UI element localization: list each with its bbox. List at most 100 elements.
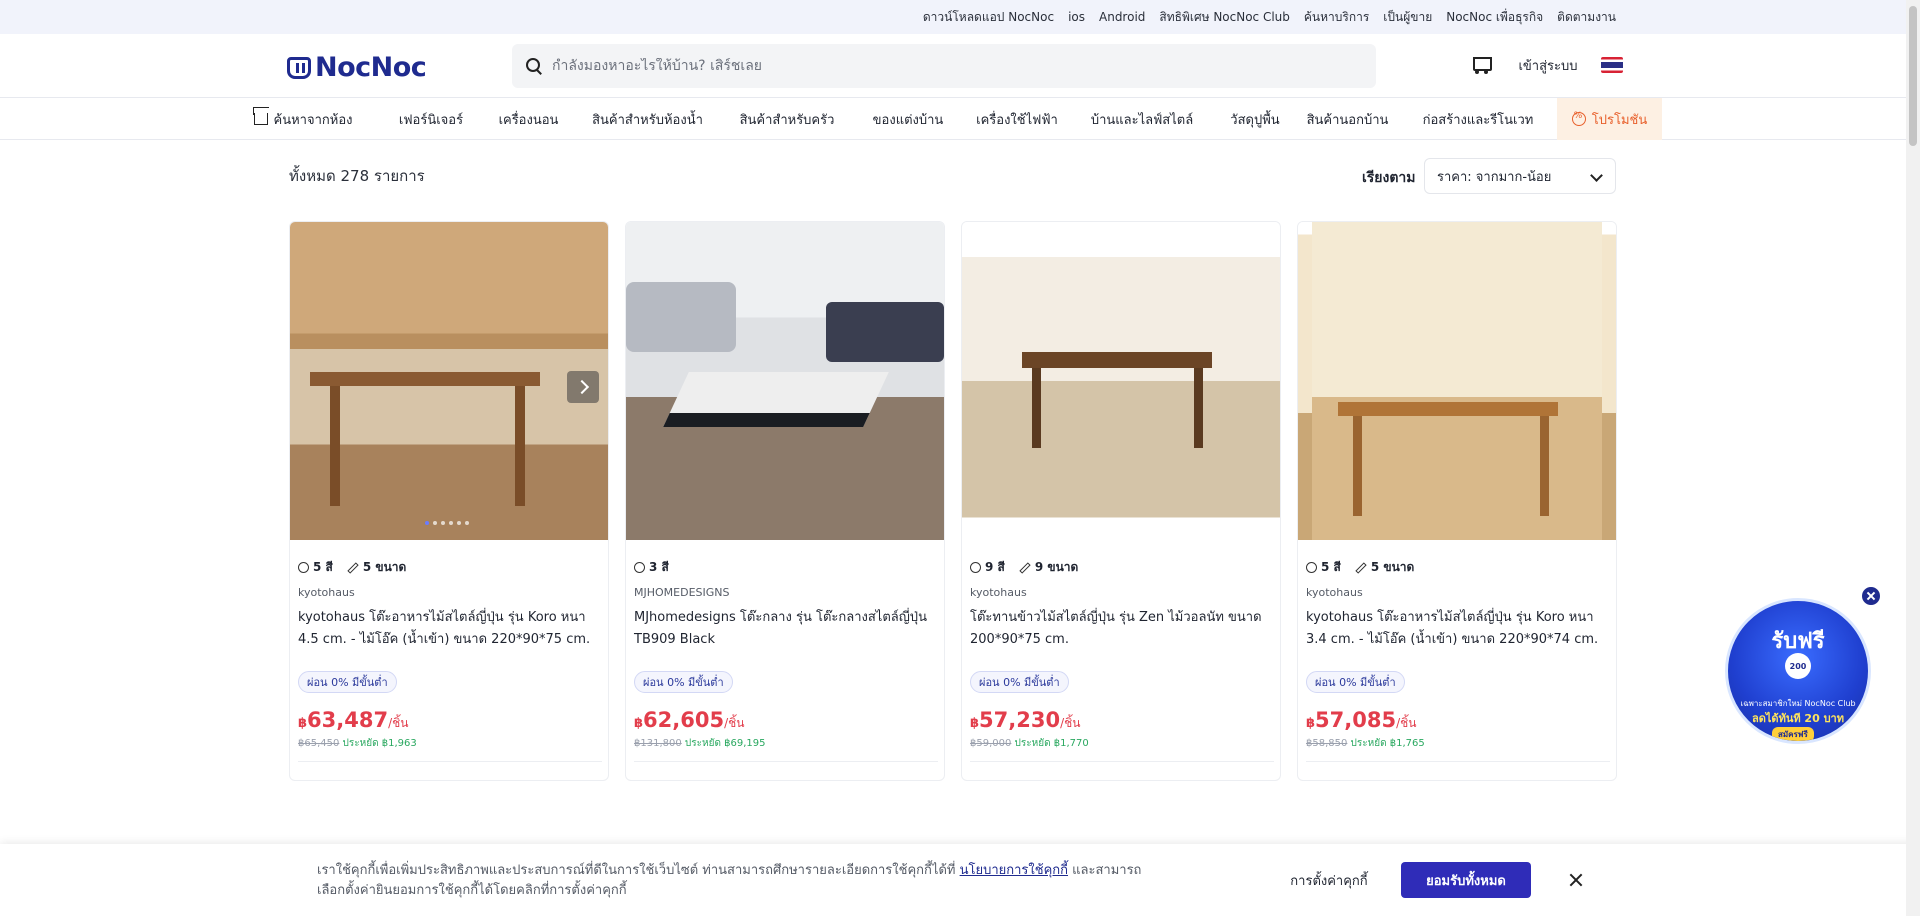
carousel-next-arrow-icon[interactable]	[567, 371, 599, 403]
cat-label: ของแต่งบ้าน	[872, 112, 944, 128]
search-input[interactable]	[552, 58, 1332, 74]
cat-construction[interactable]: ก่อสร้างและรีโนเวท	[1413, 98, 1543, 140]
cat-flooring[interactable]: วัสดุปูพื้น	[1213, 98, 1297, 140]
image-carousel-dots[interactable]	[425, 521, 469, 525]
top-link-ios[interactable]: ios	[1061, 10, 1092, 24]
product-brand[interactable]: MJHOMEDESIGNS	[634, 586, 730, 599]
palette-icon	[298, 562, 309, 573]
cat-home-lifestyle[interactable]: บ้านและไลฟ์สไตล์	[1074, 98, 1210, 140]
top-utility-bar: ดาวน์โหลดแอป NocNoc ios Android สิทธิพิเ…	[0, 0, 1920, 34]
scrollbar-thumb[interactable]	[1909, 6, 1917, 146]
variant-info: 9 สี 9 ขนาด	[970, 558, 1078, 577]
page-scrollbar[interactable]	[1906, 0, 1920, 916]
nocnoc-club-promo-badge[interactable]: รับฟรี 200 เฉพาะสมาชิกใหม่ NocNoc Club ล…	[1725, 598, 1871, 744]
top-link-services[interactable]: ค้นหาบริการ	[1297, 8, 1376, 27]
installment-badge: ผ่อน 0% มีขั้นต่ำ	[1306, 671, 1405, 693]
total-results: ทั้งหมด 278 รายการ	[289, 167, 425, 185]
installment-badge: ผ่อน 0% มีขั้นต่ำ	[970, 671, 1069, 693]
product-image[interactable]	[626, 222, 944, 540]
cat-label: ค้นหาจากห้อง	[273, 112, 353, 128]
table-shape	[1022, 352, 1212, 368]
promo-coin: 200	[1785, 653, 1811, 679]
variant-info: 5 สี 5 ขนาด	[298, 558, 406, 577]
top-link-business[interactable]: NocNoc เพื่อธุรกิจ	[1439, 8, 1550, 27]
product-card[interactable]: 5 สี 5 ขนาด kyotohaus kyotohaus โต๊ะอาหา…	[1297, 221, 1617, 781]
close-promo-icon[interactable]	[1860, 585, 1882, 607]
accept-all-cookies-button[interactable]: ยอมรับทั้งหมด	[1401, 862, 1531, 898]
product-card[interactable]: 5 สี 5 ขนาด kyotohaus kyotohaus โต๊ะอาหา…	[289, 221, 609, 781]
top-link-track-order[interactable]: ติดตามงาน	[1550, 8, 1623, 27]
card-divider	[1306, 761, 1610, 762]
cat-label: บ้านและไลฟ์สไตล์	[1090, 112, 1194, 128]
sort-dropdown[interactable]: ราคา: จากมาก-น้อย	[1424, 158, 1616, 194]
palette-icon	[634, 562, 645, 573]
cookie-message: เราใช้คุกกี้เพื่อเพิ่มประสิทธิภาพและประส…	[317, 861, 1157, 901]
variant-info: 3 สี	[634, 558, 669, 577]
chevron-down-icon	[1590, 169, 1603, 182]
top-link-android[interactable]: Android	[1092, 10, 1152, 24]
cart-icon[interactable]	[1470, 54, 1492, 74]
cat-label: ก่อสร้างและรีโนเวท	[1422, 112, 1534, 128]
color-count: 3 สี	[634, 558, 669, 577]
product-image[interactable]	[962, 222, 1280, 540]
cat-kitchen[interactable]: สินค้าสำหรับครัว	[722, 98, 852, 140]
product-image[interactable]	[290, 222, 608, 540]
top-link-become-seller[interactable]: เป็นผู้ขาย	[1376, 8, 1439, 27]
top-link-nocnoc-club[interactable]: สิทธิพิเศษ NocNoc Club	[1152, 8, 1297, 27]
table-leg	[1194, 368, 1203, 448]
product-brand[interactable]: kyotohaus	[970, 586, 1027, 599]
cat-label: วัสดุปูพื้น	[1230, 112, 1280, 128]
cookie-policy-link[interactable]: นโยบายการใช้คุกกี้	[960, 863, 1068, 878]
sofa-shape	[826, 302, 944, 362]
cat-label: เครื่องนอน	[498, 112, 559, 128]
product-name[interactable]: MJhomedesigns โต๊ะกลาง รุ่น โต๊ะกลางสไตล…	[634, 607, 938, 651]
table-leg	[1032, 368, 1041, 448]
cat-appliances[interactable]: เครื่องใช้ไฟฟ้า	[963, 98, 1071, 140]
cat-furniture[interactable]: เฟอร์นิเจอร์	[383, 98, 479, 140]
palette-icon	[970, 562, 981, 573]
color-count: 9 สี	[970, 558, 1005, 577]
promo-signup[interactable]: สมัครฟรี	[1772, 727, 1814, 741]
cat-home-decor[interactable]: ของแต่งบ้าน	[855, 98, 961, 140]
product-card[interactable]: 9 สี 9 ขนาด kyotohaus โต๊ะทานข้าวไม้สไตล…	[961, 221, 1281, 781]
palette-icon	[1306, 562, 1317, 573]
thai-flag-language-icon[interactable]	[1601, 57, 1623, 73]
promo-discount: ลดได้ทันที 20 บาท	[1752, 712, 1844, 725]
cat-promotion[interactable]: โปรโมชัน	[1557, 98, 1662, 140]
table-shape	[310, 372, 540, 386]
product-price: ฿62,605/ชิ้น	[634, 708, 745, 732]
table-shape	[1338, 402, 1558, 416]
logo-text: NocNoc	[315, 52, 427, 83]
product-image[interactable]	[1298, 222, 1616, 540]
installment-badge: ผ่อน 0% มีขั้นต่ำ	[634, 671, 733, 693]
cookie-text-part: เราใช้คุกกี้เพื่อเพิ่มประสิทธิภาพและประส…	[317, 863, 960, 878]
product-card[interactable]: 3 สี MJHOMEDESIGNS MJhomedesigns โต๊ะกลา…	[625, 221, 945, 781]
main-header: NocNoc เข้าสู่ระบบ	[0, 34, 1920, 98]
cat-bathroom[interactable]: สินค้าสำหรับห้องน้ำ	[577, 98, 718, 140]
product-price: ฿57,085/ชิ้น	[1306, 708, 1417, 732]
old-price: ฿131,800 ประหยัด ฿69,195	[634, 738, 766, 749]
search-icon[interactable]	[526, 58, 542, 74]
product-name[interactable]: kyotohaus โต๊ะอาหารไม้สไตล์ญี่ปุ่น รุ่น …	[298, 607, 602, 651]
product-brand[interactable]: kyotohaus	[1306, 586, 1363, 599]
home-icon	[253, 113, 268, 125]
product-name[interactable]: kyotohaus โต๊ะอาหารไม้สไตล์ญี่ปุ่น รุ่น …	[1306, 607, 1610, 651]
product-name[interactable]: โต๊ะทานข้าวไม้สไตล์ญี่ปุ่น รุ่น Zen ไม้ว…	[970, 607, 1274, 651]
cat-label: เฟอร์นิเจอร์	[398, 112, 464, 128]
old-price: ฿58,850 ประหยัด ฿1,765	[1306, 738, 1425, 749]
product-brand[interactable]: kyotohaus	[298, 586, 355, 599]
search-bar[interactable]	[512, 44, 1376, 88]
cookie-settings-button[interactable]: การตั้งค่าคุกกี้	[1272, 862, 1386, 898]
cat-outdoor[interactable]: สินค้านอกบ้าน	[1296, 98, 1399, 140]
cat-label: สินค้านอกบ้าน	[1306, 112, 1389, 128]
cat-bedding[interactable]: เครื่องนอน	[482, 98, 575, 140]
cat-search-by-room[interactable]: ค้นหาจากห้อง	[243, 98, 363, 140]
nocnoc-logo[interactable]: NocNoc	[287, 52, 427, 83]
card-divider	[634, 761, 938, 762]
login-button[interactable]: เข้าสู่ระบบ	[1508, 48, 1588, 82]
table-leg	[515, 386, 525, 506]
close-icon[interactable]	[1562, 866, 1590, 894]
download-app-text: ดาวน์โหลดแอป NocNoc	[922, 9, 1055, 24]
sort-label: เรียงตาม	[1362, 170, 1416, 186]
size-count: 9 ขนาด	[1019, 558, 1078, 577]
